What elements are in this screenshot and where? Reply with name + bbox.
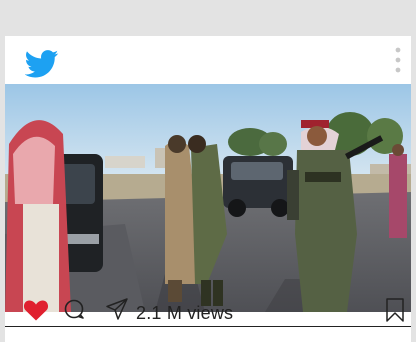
post-action-bar: 2.1 M views	[5, 288, 411, 328]
twitter-bird-icon	[25, 50, 59, 78]
heart-icon[interactable]	[23, 299, 49, 321]
views-count: 2.1 M views	[136, 303, 234, 323]
post-card: 2.1 M views	[5, 36, 411, 342]
more-vertical-icon[interactable]	[393, 46, 403, 76]
post-photo[interactable]	[5, 84, 411, 312]
card-divider	[5, 326, 411, 327]
comment-bubble-icon[interactable]	[63, 298, 85, 320]
post-header	[5, 36, 411, 84]
send-icon[interactable]	[105, 297, 129, 321]
bookmark-icon[interactable]	[385, 297, 405, 323]
